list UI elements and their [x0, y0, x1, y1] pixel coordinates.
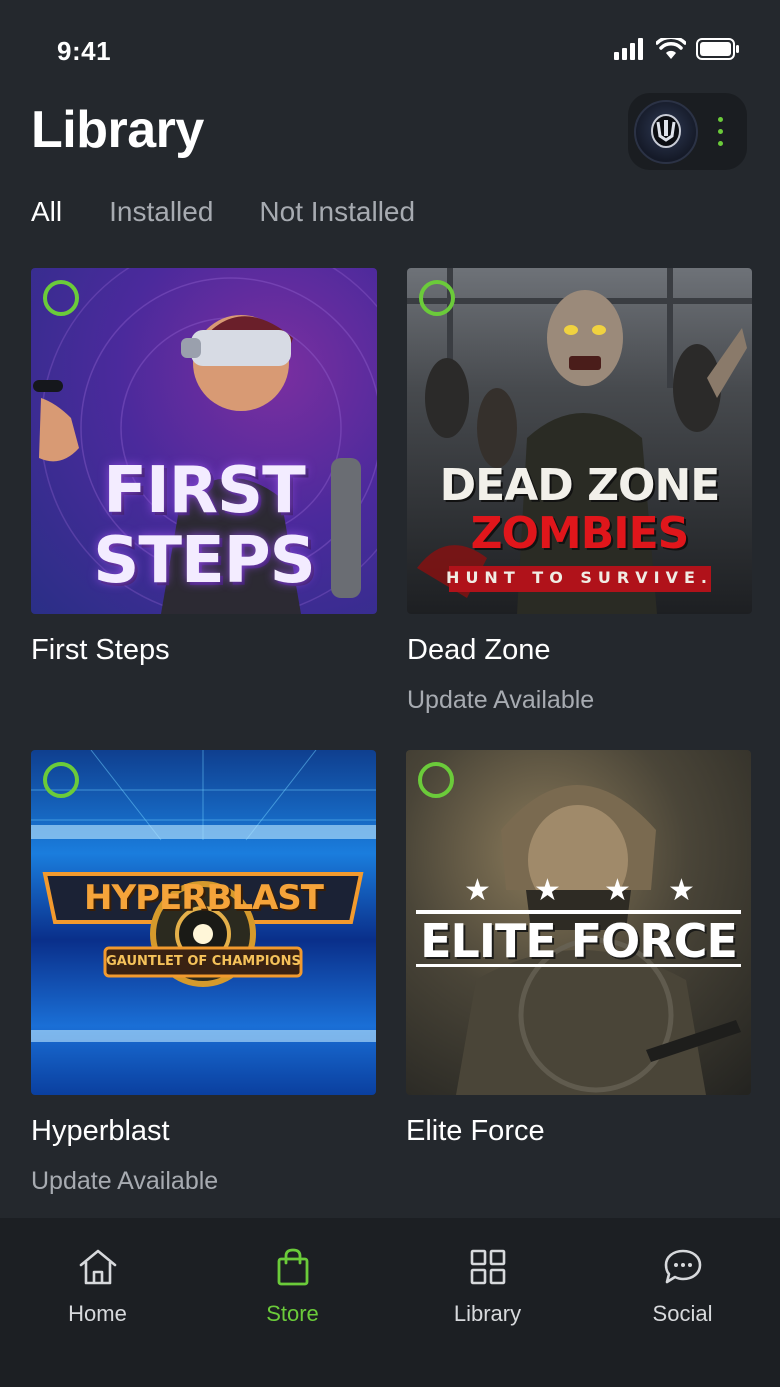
tab-social[interactable]: Social: [585, 1218, 780, 1358]
update-status: Update Available: [407, 686, 595, 714]
status-bar: 9:41: [0, 0, 780, 100]
page-title: Library: [31, 101, 204, 159]
profile-menu-button[interactable]: [628, 93, 747, 170]
battery-icon: [696, 38, 739, 60]
svg-text:★: ★: [604, 873, 631, 908]
cover-title-text: ELITE FORCE: [420, 914, 738, 968]
status-ring-icon: [43, 280, 79, 316]
avatar-helmet-icon: [651, 114, 681, 148]
update-status: Update Available: [31, 1167, 219, 1195]
game-cover-image[interactable]: HYPERBLAST GAUNTLET OF CHAMPIONS: [31, 750, 376, 1095]
avatar[interactable]: [634, 100, 698, 164]
svg-text:★: ★: [464, 873, 491, 908]
game-card-elite-force[interactable]: ★ ★ ★ ★ ELITE FORCE Elite Force: [406, 750, 751, 1170]
cover-subtitle-text: ZOMBIES: [470, 508, 690, 559]
tab-label: Library: [453, 1301, 522, 1326]
wifi-icon: [656, 38, 686, 59]
tab-label: Store: [266, 1301, 319, 1326]
status-ring-icon: [419, 280, 455, 316]
game-cover-image[interactable]: DEAD ZONE ZOMBIES HUNT TO SURVIVE.: [407, 268, 752, 614]
status-icons: [614, 38, 740, 60]
hyperblast-emblem-illustration: [31, 750, 376, 1042]
filter-tab-not-installed[interactable]: Not Installed: [259, 196, 415, 228]
grid-icon: [470, 1249, 505, 1285]
cover-title-text: FIRST: [103, 454, 306, 528]
game-title: Elite Force: [406, 1115, 545, 1147]
status-ring-icon: [418, 762, 454, 798]
cover-title-text: HYPERBLAST: [84, 878, 324, 918]
cover-title-text: STEPS: [93, 524, 315, 598]
signal-icon: [614, 38, 643, 60]
shopping-bag-icon: [277, 1248, 308, 1286]
game-cover-image[interactable]: ★ ★ ★ ★ ELITE FORCE: [406, 750, 751, 1095]
status-ring-icon: [43, 762, 79, 798]
tab-label: Home: [68, 1301, 127, 1326]
game-title: Hyperblast: [31, 1115, 170, 1147]
cover-title-text: DEAD ZONE: [439, 460, 721, 511]
tab-store[interactable]: Store: [195, 1218, 390, 1358]
filter-tab-all[interactable]: All: [31, 196, 62, 228]
game-card-hyperblast[interactable]: HYPERBLAST GAUNTLET OF CHAMPIONS Hyperbl…: [31, 750, 376, 1200]
cover-tagline-text: HUNT TO SURVIVE.: [446, 568, 713, 587]
filter-tab-installed[interactable]: Installed: [109, 196, 213, 228]
game-title: First Steps: [31, 634, 170, 666]
svg-text:★: ★: [534, 873, 561, 908]
game-title: Dead Zone: [407, 634, 551, 666]
game-cover-image[interactable]: FIRST STEPS: [31, 268, 377, 614]
status-time: 9:41: [57, 36, 112, 66]
chat-bubble-icon: [664, 1249, 701, 1284]
svg-text:★: ★: [668, 873, 695, 908]
bottom-tab-bar: Home Store Library Social: [0, 1218, 780, 1387]
tab-home[interactable]: Home: [0, 1218, 195, 1358]
game-card-dead-zone[interactable]: DEAD ZONE ZOMBIES HUNT TO SURVIVE. Dead …: [407, 268, 752, 718]
zombie-illustration: [407, 268, 752, 614]
tab-library[interactable]: Library: [390, 1218, 585, 1358]
cover-subtitle-text: GAUNTLET OF CHAMPIONS: [106, 954, 301, 969]
filter-tabs: All Installed Not Installed: [31, 196, 461, 228]
game-card-first-steps[interactable]: FIRST STEPS First Steps: [31, 268, 377, 688]
home-icon: [79, 1249, 116, 1285]
tab-label: Social: [652, 1301, 713, 1326]
more-options-icon[interactable]: [716, 117, 724, 149]
